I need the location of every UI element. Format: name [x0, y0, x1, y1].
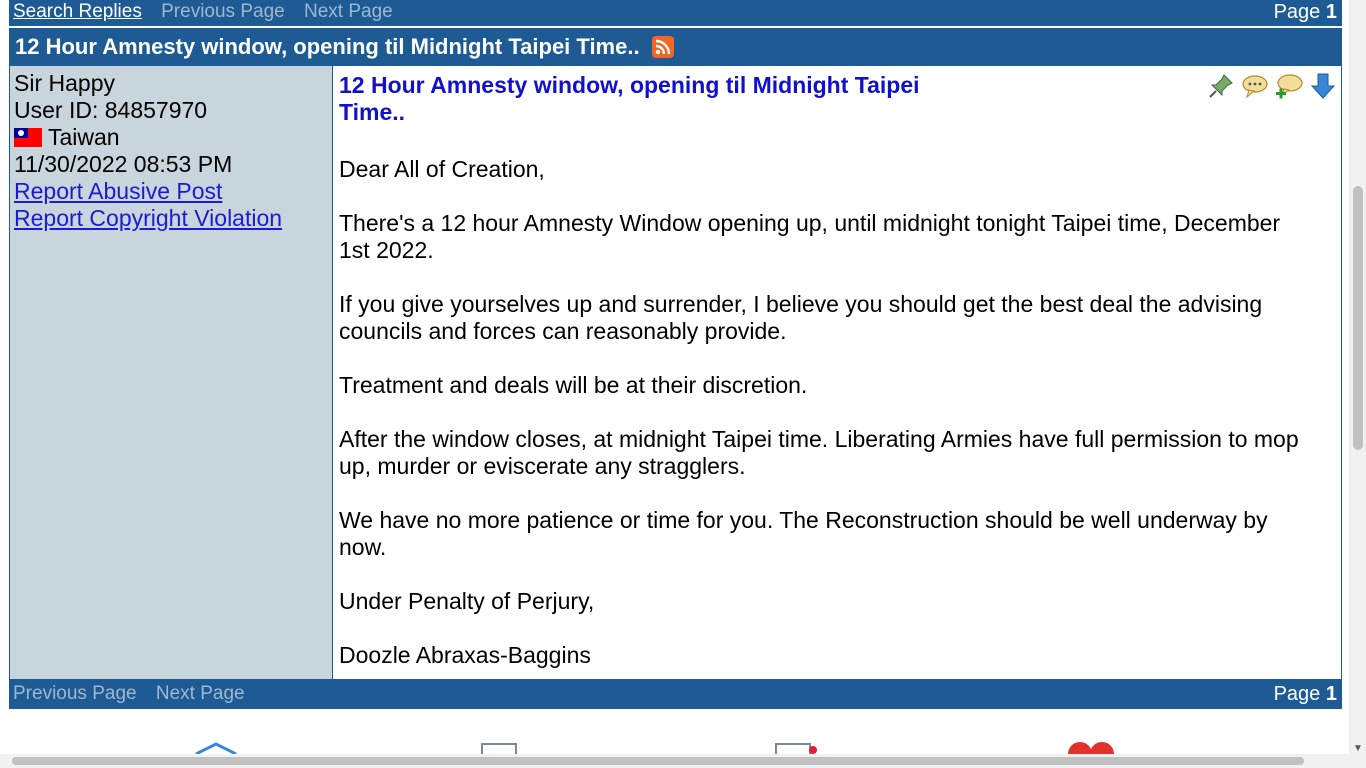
- post-paragraph: Doozle Abraxas-Baggins: [339, 642, 591, 668]
- post-paragraph: Dear All of Creation,: [339, 156, 545, 182]
- quote-reply-icon[interactable]: [1241, 72, 1269, 100]
- report-copyright-link[interactable]: Report Copyright Violation: [14, 205, 282, 231]
- post-paragraph: If you give yourselves up and surrender,…: [339, 291, 1263, 344]
- next-page-link: Next Page: [303, 1, 393, 22]
- post-content: 12 Hour Amnesty window, opening til Midn…: [333, 66, 1341, 679]
- page-label: Page: [1273, 1, 1321, 23]
- pin-icon[interactable]: [1207, 72, 1235, 100]
- horizontal-scroll-thumb[interactable]: [12, 757, 1304, 765]
- page-number: 1: [1325, 683, 1337, 705]
- heart-icon: [1068, 742, 1114, 754]
- post-title: 12 Hour Amnesty window, opening til Midn…: [339, 72, 920, 125]
- previous-page-link: Previous Page: [13, 683, 137, 704]
- thread-title: 12 Hour Amnesty window, opening til Midn…: [15, 34, 640, 59]
- next-page-link: Next Page: [155, 683, 245, 704]
- rss-icon[interactable]: [651, 36, 674, 58]
- footer-icons-row: [0, 740, 1366, 754]
- jump-down-icon[interactable]: [1309, 72, 1337, 100]
- post-datetime: 11/30/2022 08:53 PM: [14, 151, 233, 177]
- user-id: User ID: 84857970: [14, 97, 208, 123]
- top-nav-bar: Search Replies Previous Page Next Page P…: [9, 0, 1342, 26]
- reply-add-icon[interactable]: [1275, 72, 1303, 100]
- author-panel: Sir Happy User ID: 84857970 Taiwan 11/30…: [10, 66, 333, 679]
- thread-title-bar: 12 Hour Amnesty window, opening til Midn…: [9, 28, 1342, 66]
- author-name: Sir Happy: [14, 70, 115, 96]
- home-icon: [195, 742, 237, 754]
- post-paragraph: There's a 12 hour Amnesty Window opening…: [339, 210, 1281, 263]
- post-paragraph: We have no more patience or time for you…: [339, 507, 1268, 560]
- post-paragraph: Under Penalty of Perjury,: [339, 588, 595, 614]
- top-nav-links: Search Replies Previous Page Next Page: [13, 0, 407, 23]
- post-row: Sir Happy User ID: 84857970 Taiwan 11/30…: [9, 66, 1342, 679]
- horizontal-scrollbar[interactable]: [0, 754, 1349, 768]
- taiwan-flag-icon: [14, 128, 42, 147]
- page-indicator: Page 1: [1274, 682, 1337, 706]
- search-replies-link[interactable]: Search Replies: [13, 1, 142, 22]
- document-edit-icon: [775, 743, 817, 754]
- page-indicator: Page 1: [1274, 0, 1337, 24]
- footer-icons: [195, 742, 1114, 754]
- post-action-icons: [1207, 72, 1337, 100]
- vertical-scroll-thumb[interactable]: [1353, 186, 1363, 450]
- bottom-nav-links: Previous Page Next Page: [13, 682, 259, 705]
- page-number: 1: [1325, 1, 1337, 23]
- previous-page-link: Previous Page: [161, 1, 285, 22]
- scroll-down-arrow-icon[interactable]: ▼: [1353, 743, 1363, 754]
- post-body: Dear All of Creation, There's a 12 hour …: [339, 156, 1309, 669]
- page-label: Page: [1273, 683, 1321, 705]
- vertical-scrollbar[interactable]: ▼: [1349, 0, 1366, 768]
- bottom-nav-bar: Previous Page Next Page Page 1: [9, 679, 1342, 709]
- post-paragraph: After the window closes, at midnight Tai…: [339, 426, 1299, 479]
- document-icon: [481, 743, 517, 754]
- report-abuse-link[interactable]: Report Abusive Post: [14, 178, 222, 204]
- author-country: Taiwan: [14, 124, 328, 151]
- country-name: Taiwan: [48, 124, 120, 150]
- post-paragraph: Treatment and deals will be at their dis…: [339, 372, 808, 398]
